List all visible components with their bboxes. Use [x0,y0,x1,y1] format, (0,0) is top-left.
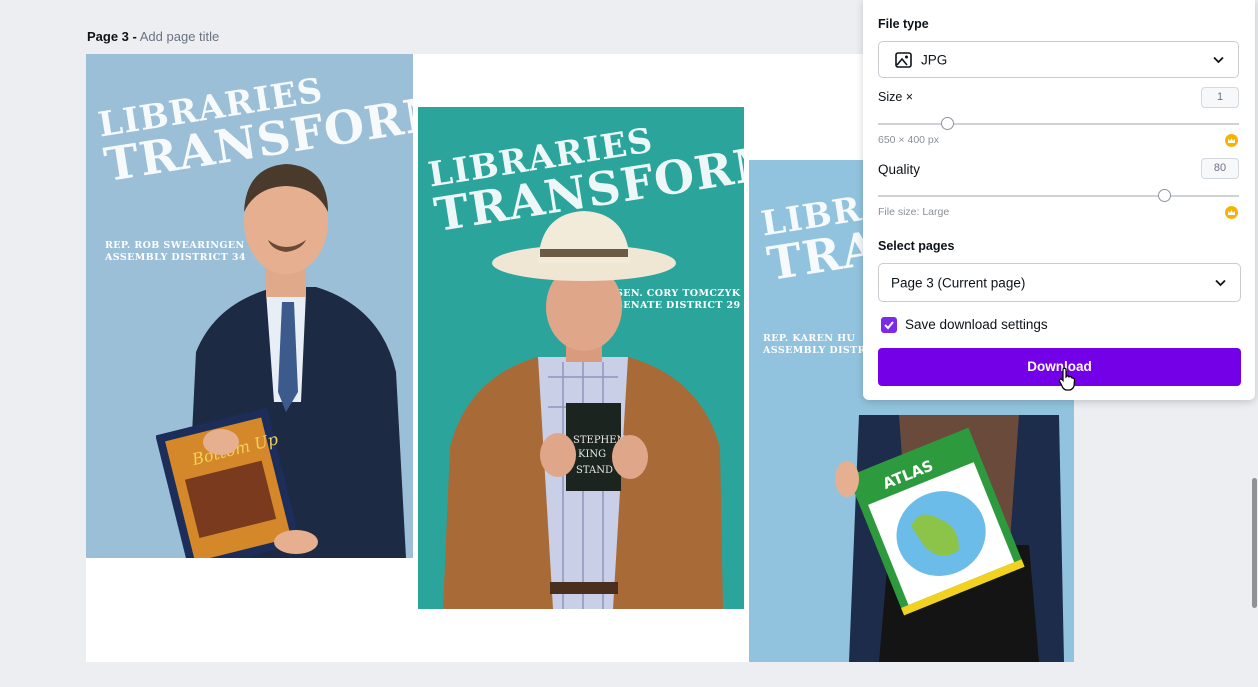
crown-icon [1225,134,1238,147]
file-type-dropdown[interactable]: JPG [878,41,1239,78]
size-label: Size × [878,90,914,104]
file-type-label: File type [878,17,929,31]
download-panel: File type JPG Size × 1 650 × 400 px Qual… [863,0,1255,400]
quality-label: Quality [878,162,921,177]
file-type-value: JPG [921,52,948,67]
size-dimensions: 650 × 400 px [878,134,940,146]
size-slider-knob[interactable] [941,117,954,130]
select-pages-label: Select pages [878,239,955,253]
quality-slider-knob[interactable] [1158,189,1171,202]
poster-cory-tomczyk[interactable]: LIBRARIES TRANSFORM! SEN. CORY TOMCZYK S… [418,107,744,609]
scrollbar-thumb[interactable] [1252,478,1257,608]
file-size-text: File size: Large [878,206,950,218]
select-pages-value: Page 3 (Current page) [891,275,1026,290]
quality-slider-track[interactable] [878,195,1239,197]
size-input[interactable]: 1 [1201,87,1239,108]
save-settings-label[interactable]: Save download settings [905,317,1048,332]
svg-text:STAND: STAND [576,465,613,476]
quality-input[interactable]: 80 [1201,158,1239,179]
hand-cursor-icon [1058,367,1076,391]
select-pages-dropdown[interactable]: Page 3 (Current page) [878,263,1241,302]
crown-icon [1225,206,1238,219]
add-page-title[interactable]: Add page title [140,29,220,44]
portrait-photo: ATLAS [835,415,1064,662]
save-settings-checkbox[interactable] [881,317,897,333]
size-slider-track[interactable] [878,123,1239,125]
chevron-down-icon [1213,56,1224,63]
page-number-label: Page 3 - [87,29,137,44]
chevron-down-icon [1215,279,1226,286]
portrait-photo: STEPHEN KING STAND [443,211,723,609]
svg-text:KING: KING [578,449,606,460]
page-label: Page 3 - Add page title [87,29,219,44]
portrait-photo: Bottom Up [156,164,406,558]
poster-rob-swearingen[interactable]: LIBRARIES TRANSFORM! REP. ROB SWEARINGEN… [86,54,413,558]
checkmark-icon [884,321,894,330]
image-icon [895,52,912,68]
